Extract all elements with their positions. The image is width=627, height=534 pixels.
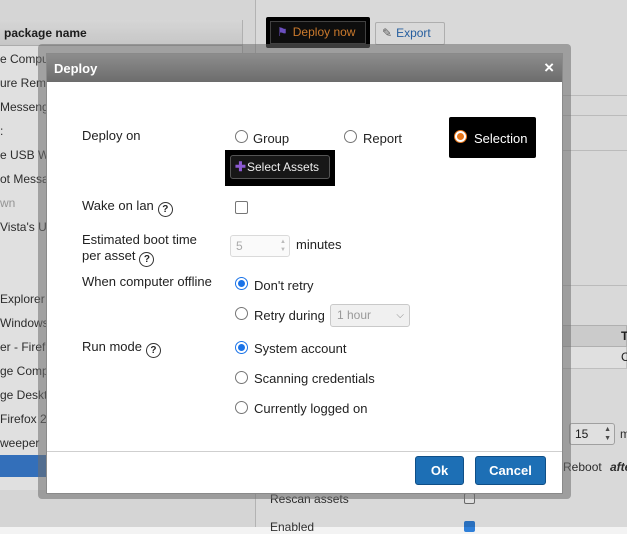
plus-icon: ✚ [235,159,246,174]
deploy-on-group-label[interactable]: Group [253,131,289,146]
deploy-on-selection-option[interactable]: Selection [449,117,536,158]
retry-during-radio[interactable] [235,307,248,320]
dialog-title: Deploy [54,61,98,76]
close-icon[interactable]: × [544,58,554,78]
boot-time-value: 5 [236,239,243,253]
select-assets-label: Select Assets [247,160,320,174]
help-icon[interactable]: ? [157,202,173,217]
deploy-on-report-label[interactable]: Report [363,131,402,146]
help-icon[interactable]: ? [139,252,155,267]
wake-on-lan-checkbox[interactable] [235,201,248,214]
stepper-arrows-icon[interactable]: ▲ ▼ [280,238,286,254]
system-account-radio[interactable] [235,341,248,354]
deploy-on-selection-label[interactable]: Selection [474,131,527,146]
retry-duration-value: 1 hour [337,308,372,322]
deploy-on-selection-radio[interactable] [454,130,467,143]
system-account-label[interactable]: System account [254,341,347,356]
currently-logged-on-radio[interactable] [235,401,248,414]
offline-label: When computer offline [82,274,212,289]
deploy-on-group-radio[interactable] [235,130,248,143]
scanning-credentials-radio[interactable] [235,371,248,384]
deploy-on-label: Deploy on [82,128,141,143]
boot-time-unit: minutes [296,237,342,252]
dialog-footer-divider [47,451,562,452]
ok-button[interactable]: Ok [415,456,464,485]
deploy-on-report-radio[interactable] [344,130,357,143]
boot-time-label-line2: per asset [82,248,136,263]
retry-duration-select[interactable]: 1 hour ⌵ [330,304,410,327]
run-mode-text: Run mode [82,339,142,354]
retry-during-label[interactable]: Retry during [254,308,325,323]
dont-retry-label[interactable]: Don't retry [254,278,314,293]
wake-on-lan-label: Wake on lan? [82,198,173,217]
select-assets-highlight: ✚ Select Assets [225,150,335,186]
chevron-down-icon: ⌵ [396,310,404,321]
deploy-dialog: Deploy × Deploy on Group Report Selectio… [46,53,563,494]
scanning-credentials-label[interactable]: Scanning credentials [254,371,375,386]
dont-retry-radio[interactable] [235,277,248,290]
select-assets-button[interactable]: ✚ Select Assets [230,155,330,179]
boot-time-label: per asset? [82,248,155,267]
dialog-titlebar[interactable]: Deploy × [47,54,562,82]
currently-logged-on-label[interactable]: Currently logged on [254,401,367,416]
boot-time-label-line1: Estimated boot time [82,232,197,247]
help-icon[interactable]: ? [145,343,161,358]
cancel-button[interactable]: Cancel [475,456,546,485]
boot-time-input[interactable]: 5 ▲ ▼ [230,235,290,257]
run-mode-label: Run mode? [82,339,161,358]
wake-on-lan-text: Wake on lan [82,198,154,213]
